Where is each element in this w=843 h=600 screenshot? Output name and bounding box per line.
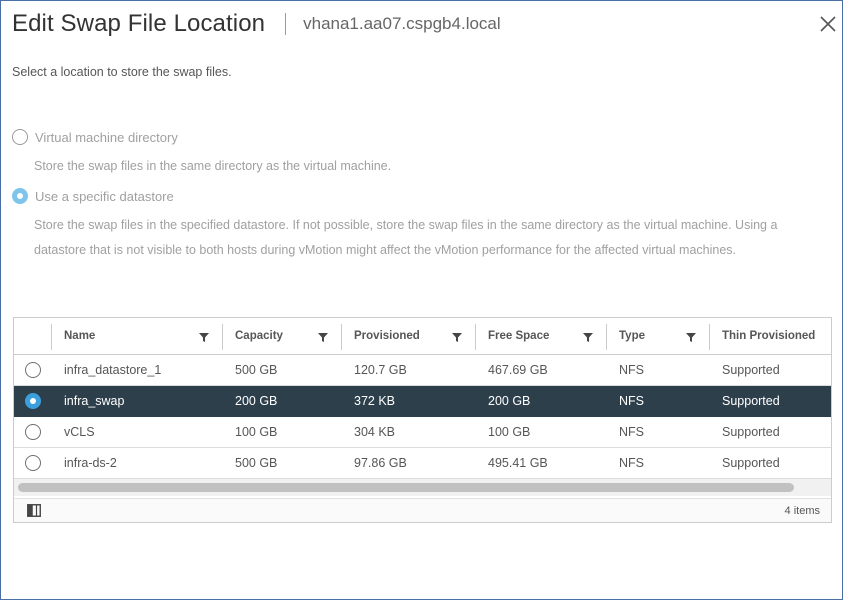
- column-header-free-space[interactable]: Free Space: [488, 318, 549, 354]
- cell-provisioned: 304 KB: [354, 425, 396, 439]
- row-radio[interactable]: [25, 362, 41, 378]
- grid-footer: 4 items: [14, 498, 831, 522]
- filter-icon[interactable]: [318, 332, 328, 342]
- scrollbar-thumb[interactable]: [18, 483, 794, 492]
- column-separator: [709, 324, 710, 350]
- filter-icon[interactable]: [199, 332, 209, 342]
- column-separator: [475, 324, 476, 350]
- dialog-header: Edit Swap File Location vhana1.aa07.cspg…: [12, 9, 501, 39]
- column-header-name[interactable]: Name: [64, 318, 95, 354]
- filter-icon[interactable]: [452, 332, 462, 342]
- cell-name: infra-ds-2: [64, 456, 117, 470]
- option-virtual-machine-directory[interactable]: Virtual machine directory: [12, 129, 178, 145]
- cell-type: NFS: [619, 363, 644, 377]
- table-row[interactable]: infra_datastore_1 500 GB 120.7 GB 467.69…: [14, 355, 831, 386]
- cell-type: NFS: [619, 425, 644, 439]
- cell-name: infra_swap: [64, 394, 125, 408]
- cell-provisioned: 97.86 GB: [354, 456, 407, 470]
- column-separator: [51, 324, 52, 350]
- column-header-capacity[interactable]: Capacity: [235, 318, 283, 354]
- option-description: Store the swap files in the same directo…: [34, 159, 392, 173]
- row-radio[interactable]: [25, 455, 41, 471]
- item-count: 4 items: [784, 505, 820, 517]
- cell-free-space: 495.41 GB: [488, 456, 548, 470]
- edit-swap-file-location-dialog: Edit Swap File Location vhana1.aa07.cspg…: [0, 0, 843, 600]
- cell-free-space: 467.69 GB: [488, 363, 548, 377]
- column-separator: [222, 324, 223, 350]
- cell-type: NFS: [619, 456, 644, 470]
- cell-free-space: 200 GB: [488, 394, 531, 408]
- horizontal-scrollbar[interactable]: [14, 479, 831, 496]
- cell-type: NFS: [619, 394, 644, 408]
- table-row[interactable]: infra-ds-2 500 GB 97.86 GB 495.41 GB NFS…: [14, 448, 831, 479]
- instruction-text: Select a location to store the swap file…: [12, 65, 232, 79]
- cell-thin-provisioned: Supported: [722, 363, 780, 377]
- radio-specific-datastore[interactable]: [12, 188, 28, 204]
- column-separator: [341, 324, 342, 350]
- option-specific-datastore[interactable]: Use a specific datastore: [12, 188, 174, 204]
- column-header-provisioned[interactable]: Provisioned: [354, 318, 420, 354]
- cell-free-space: 100 GB: [488, 425, 531, 439]
- column-header-type[interactable]: Type: [619, 318, 645, 354]
- cell-thin-provisioned: Supported: [722, 394, 780, 408]
- filter-icon[interactable]: [583, 332, 593, 342]
- filter-icon[interactable]: [686, 332, 696, 342]
- cell-thin-provisioned: Supported: [722, 425, 780, 439]
- cell-provisioned: 120.7 GB: [354, 363, 407, 377]
- cell-capacity: 100 GB: [235, 425, 278, 439]
- cell-provisioned: 372 KB: [354, 394, 396, 408]
- option-description: Store the swap files in the specified da…: [34, 218, 778, 257]
- cell-capacity: 500 GB: [235, 363, 278, 377]
- close-button[interactable]: [817, 13, 839, 35]
- row-radio[interactable]: [25, 424, 41, 440]
- dialog-title: Edit Swap File Location: [12, 10, 266, 37]
- cell-name: vCLS: [64, 425, 95, 439]
- datastore-grid: Name Capacity Provisioned Free Space Typ…: [13, 317, 832, 523]
- close-icon: [820, 16, 836, 32]
- title-divider: [285, 13, 287, 35]
- cell-name: infra_datastore_1: [64, 363, 162, 377]
- radio-virtual-machine-directory[interactable]: [12, 129, 28, 145]
- column-toggle-icon[interactable]: [27, 504, 41, 517]
- grid-header: Name Capacity Provisioned Free Space Typ…: [14, 318, 831, 355]
- table-row-selected[interactable]: infra_swap 200 GB 372 KB 200 GB NFS Supp…: [14, 386, 831, 417]
- option-label: Use a specific datastore: [35, 188, 174, 204]
- cell-thin-provisioned: Supported: [722, 456, 780, 470]
- row-radio[interactable]: [25, 393, 41, 409]
- cell-capacity: 200 GB: [235, 394, 278, 408]
- column-separator: [606, 324, 607, 350]
- option-label: Virtual machine directory: [35, 129, 178, 145]
- dialog-subtitle: vhana1.aa07.cspgb4.local: [303, 14, 501, 33]
- column-header-thin-provisioned[interactable]: Thin Provisioned: [722, 318, 815, 354]
- table-row[interactable]: vCLS 100 GB 304 KB 100 GB NFS Supported: [14, 417, 831, 448]
- cell-capacity: 500 GB: [235, 456, 278, 470]
